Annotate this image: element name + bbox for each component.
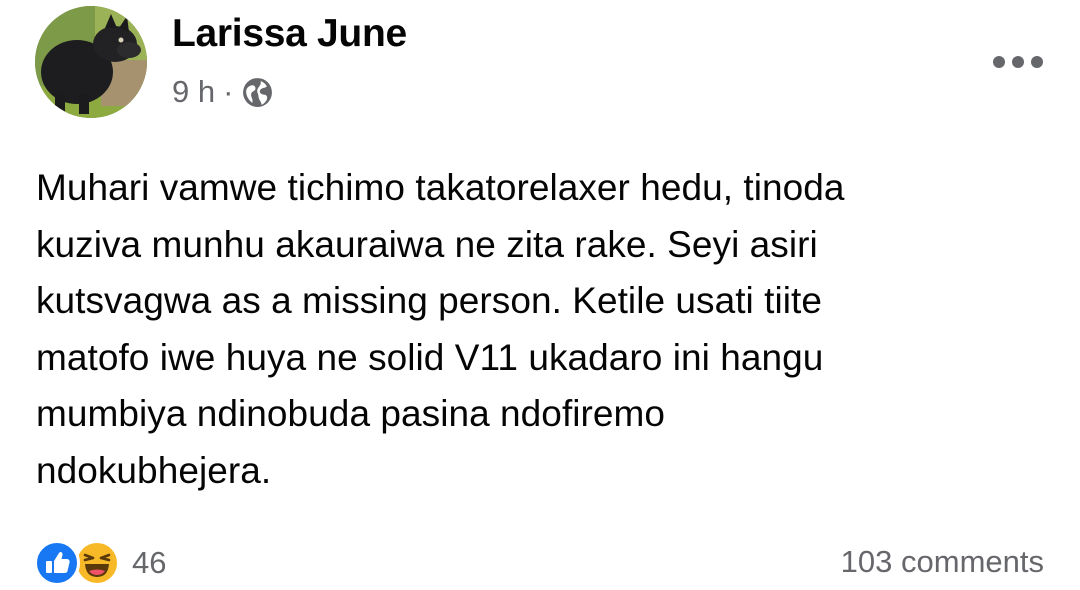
post-text: Muhari vamwe tichimo takatorelaxer hedu,… — [36, 160, 1046, 499]
more-horizontal-icon — [993, 56, 1043, 68]
globe-icon[interactable] — [241, 76, 274, 109]
more-options-button[interactable] — [990, 44, 1046, 80]
post-time[interactable]: 9 h — [172, 74, 215, 110]
author-name[interactable]: Larissa June — [172, 12, 407, 56]
post-text-line: mumbiya ndinobuda pasina ndofiremo — [36, 393, 666, 434]
post-text-line: kutsvagwa as a missing person. Ketile us… — [36, 280, 822, 321]
avatar[interactable] — [35, 6, 147, 118]
reactions-summary[interactable]: 46 — [34, 540, 166, 586]
post-footer: 46 103 comments — [0, 536, 1080, 590]
meta-separator: · — [223, 74, 234, 109]
haha-icon — [74, 540, 120, 586]
like-icon — [34, 540, 80, 586]
comments-count-link[interactable]: 103 comments — [841, 544, 1044, 580]
avatar-photo — [35, 6, 147, 118]
reaction-count: 46 — [132, 545, 167, 580]
post-text-line: ndokubhejera. — [36, 449, 272, 491]
post-meta: 9 h · — [172, 72, 274, 112]
post-text-line: kuziva munhu akauraiwa ne zita rake. Sey… — [36, 223, 818, 265]
post-text-line: Muhari vamwe tichimo takatorelaxer hedu,… — [36, 167, 845, 208]
post-header: Larissa June 9 h · — [0, 0, 1080, 130]
post-text-line: matofo iwe huya ne solid V11 ukadaro ini… — [36, 336, 824, 378]
